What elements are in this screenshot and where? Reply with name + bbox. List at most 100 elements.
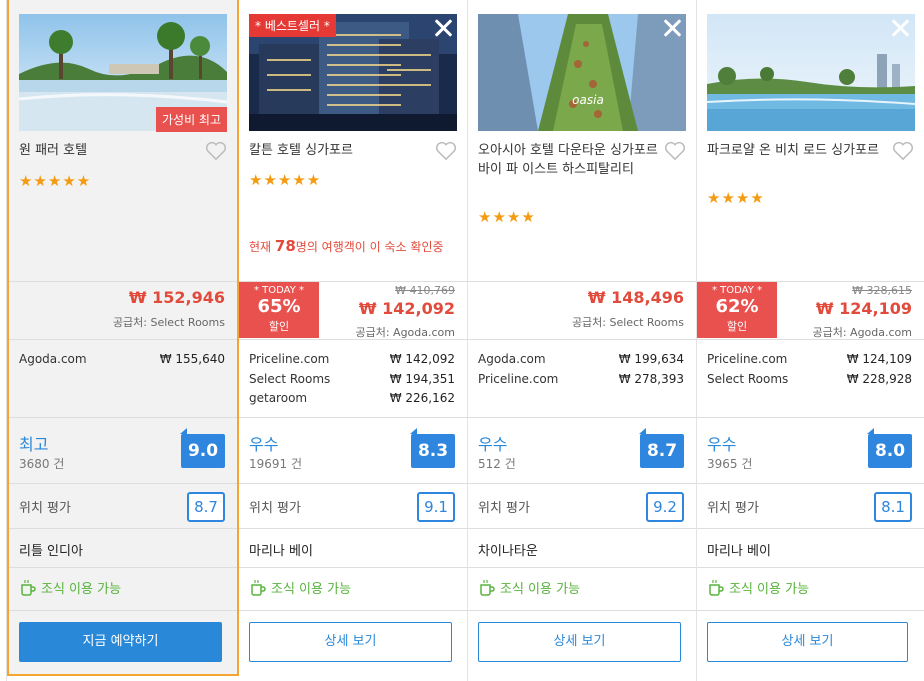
offer-price: ₩ 124,109 [846, 352, 912, 366]
location-label: 위치 평가 [478, 501, 530, 516]
offer-list: Agoda.com ₩ 199,634 Priceline.com ₩ 278,39… [478, 352, 684, 391]
divider [239, 567, 467, 568]
offer-row[interactable]: Agoda.com ₩ 199,634 [478, 352, 684, 372]
location-score: 8.7 [187, 492, 225, 522]
supplier-label: 공급처: Agoda.com [812, 326, 912, 339]
offer-site: Agoda.com [478, 352, 546, 366]
location-score: 9.1 [417, 492, 455, 522]
svg-text:oasia: oasia [572, 93, 604, 107]
breakfast-info: 조식 이용 가능 [249, 578, 351, 597]
breakfast-label: 조식 이용 가능 [729, 582, 810, 597]
divider [468, 339, 696, 340]
book-now-button[interactable]: 지금 예약하기 [19, 622, 222, 662]
offer-site: Select Rooms [249, 371, 331, 386]
breakfast-label: 조식 이용 가능 [271, 582, 352, 597]
best-price[interactable]: ₩ 152,946 [129, 288, 225, 307]
divider [9, 610, 237, 611]
hotel-name[interactable]: 칼튼 호텔 싱가포르 [249, 141, 429, 160]
offer-row[interactable]: Select Rooms ₩ 194,351 [249, 372, 455, 392]
offer-price: ₩ 194,351 [389, 371, 455, 386]
best-price[interactable]: ₩ 142,092 [359, 299, 455, 318]
breakfast-info: 조식 이용 가능 [478, 578, 580, 597]
hotel-photo[interactable]: oasia [478, 14, 686, 131]
discount-percent: 62% [715, 296, 759, 317]
hotel-name[interactable]: 원 패러 호텔 [19, 141, 199, 160]
hotel-name[interactable]: 오아시아 호텔 다운타운 싱가포르 바이 파 이스트 하스피탈리티 [478, 141, 658, 179]
offer-site: Agoda.com [19, 352, 87, 366]
divider [697, 610, 924, 611]
star-rating: ★★★★★ [19, 172, 92, 190]
divider [9, 528, 237, 529]
star-rating: ★★★★ [478, 208, 536, 226]
today-discount-badge: * TODAY * 62% 할인 [697, 282, 777, 338]
review-count[interactable]: 3680 건 [19, 455, 64, 472]
divider [697, 567, 924, 568]
heart-icon[interactable] [435, 141, 457, 161]
location-score: 8.1 [874, 492, 912, 522]
divider [697, 417, 924, 418]
location-label: 위치 평가 [249, 501, 301, 516]
hotel-card-3: oasia 오아시아 호텔 다운타운 싱가포르 바이 파 이스트 하스피탈리티 … [468, 0, 697, 681]
offer-price: ₩ 199,634 [618, 352, 684, 366]
offer-list: Agoda.com ₩ 155,640 [19, 352, 225, 372]
divider [9, 339, 237, 340]
breakfast-info: 조식 이용 가능 [707, 578, 809, 597]
discount-unit: 할인 [268, 320, 290, 333]
rating-word: 우수 [707, 435, 737, 454]
area-name: 마리나 베이 [707, 544, 771, 559]
offer-row[interactable]: Priceline.com ₩ 124,109 [707, 352, 912, 372]
viewers-notice: 현재 78명의 여행객이 이 숙소 확인중 [249, 237, 444, 255]
rating-word: 최고 [19, 435, 49, 454]
divider [9, 567, 237, 568]
view-details-button[interactable]: 상세 보기 [478, 622, 681, 662]
hotel-card-2: * 베스트셀러 * 칼튼 호텔 싱가포르 ★★★★★ 현재 78명의 여행객이 … [239, 0, 468, 681]
offer-site: getaroom [249, 391, 308, 405]
view-details-button[interactable]: 상세 보기 [707, 622, 908, 662]
offer-row[interactable]: Priceline.com ₩ 278,393 [478, 372, 684, 392]
divider [239, 417, 467, 418]
best-price[interactable]: ₩ 148,496 [588, 288, 684, 307]
close-icon[interactable] [890, 18, 910, 38]
review-count[interactable]: 19691 건 [249, 455, 302, 472]
view-details-button[interactable]: 상세 보기 [249, 622, 452, 662]
close-icon[interactable] [433, 18, 453, 38]
offer-price: ₩ 226,162 [389, 391, 455, 405]
offer-row[interactable]: Priceline.com ₩ 142,092 [249, 352, 455, 372]
hotel-name[interactable]: 파크로얄 온 비치 로드 싱가포르 [707, 141, 887, 160]
heart-icon[interactable] [205, 141, 227, 161]
supplier-label: 공급처: Agoda.com [355, 326, 455, 339]
offer-row[interactable]: Agoda.com ₩ 155,640 [19, 352, 225, 372]
bestseller-badge: * 베스트셀러 * [249, 14, 336, 37]
offer-list: Priceline.com ₩ 142,092 Select Rooms ₩ 194… [249, 352, 455, 411]
offer-site: Priceline.com [707, 352, 788, 366]
hotel-comparison-strip: 가성비 최고 원 패러 호텔 ★★★★★ ₩ 152,946 공급처: Sele… [0, 0, 924, 681]
star-rating: ★★★★ [707, 189, 765, 207]
star-rating: ★★★★★ [249, 171, 322, 189]
review-count[interactable]: 512 건 [478, 455, 516, 472]
area-name: 마리나 베이 [249, 544, 313, 559]
divider [697, 483, 924, 484]
close-icon[interactable] [662, 18, 682, 38]
coffee-cup-icon [251, 579, 266, 596]
review-score: 9.0 [180, 428, 225, 468]
best-price[interactable]: ₩ 124,109 [816, 299, 912, 318]
heart-icon[interactable] [664, 141, 686, 161]
rating-word: 우수 [478, 435, 508, 454]
breakfast-info: 조식 이용 가능 [19, 578, 121, 597]
divider [468, 528, 696, 529]
divider [239, 483, 467, 484]
offer-price: ₩ 278,393 [618, 371, 684, 386]
location-label: 위치 평가 [19, 501, 71, 516]
review-count[interactable]: 3965 건 [707, 455, 752, 472]
viewers-count: 78 [274, 237, 296, 255]
offer-site: Select Rooms [707, 371, 789, 386]
discount-percent: 65% [257, 296, 301, 317]
hotel-photo[interactable] [707, 14, 915, 131]
offer-row[interactable]: getaroom ₩ 226,162 [249, 391, 455, 411]
hotel-card-1: 가성비 최고 원 패러 호텔 ★★★★★ ₩ 152,946 공급처: Sele… [7, 0, 239, 676]
divider [9, 281, 237, 282]
offer-row[interactable]: Select Rooms ₩ 228,928 [707, 372, 912, 392]
coffee-cup-icon [709, 579, 724, 596]
heart-icon[interactable] [892, 141, 914, 161]
coffee-cup-icon [480, 579, 495, 596]
